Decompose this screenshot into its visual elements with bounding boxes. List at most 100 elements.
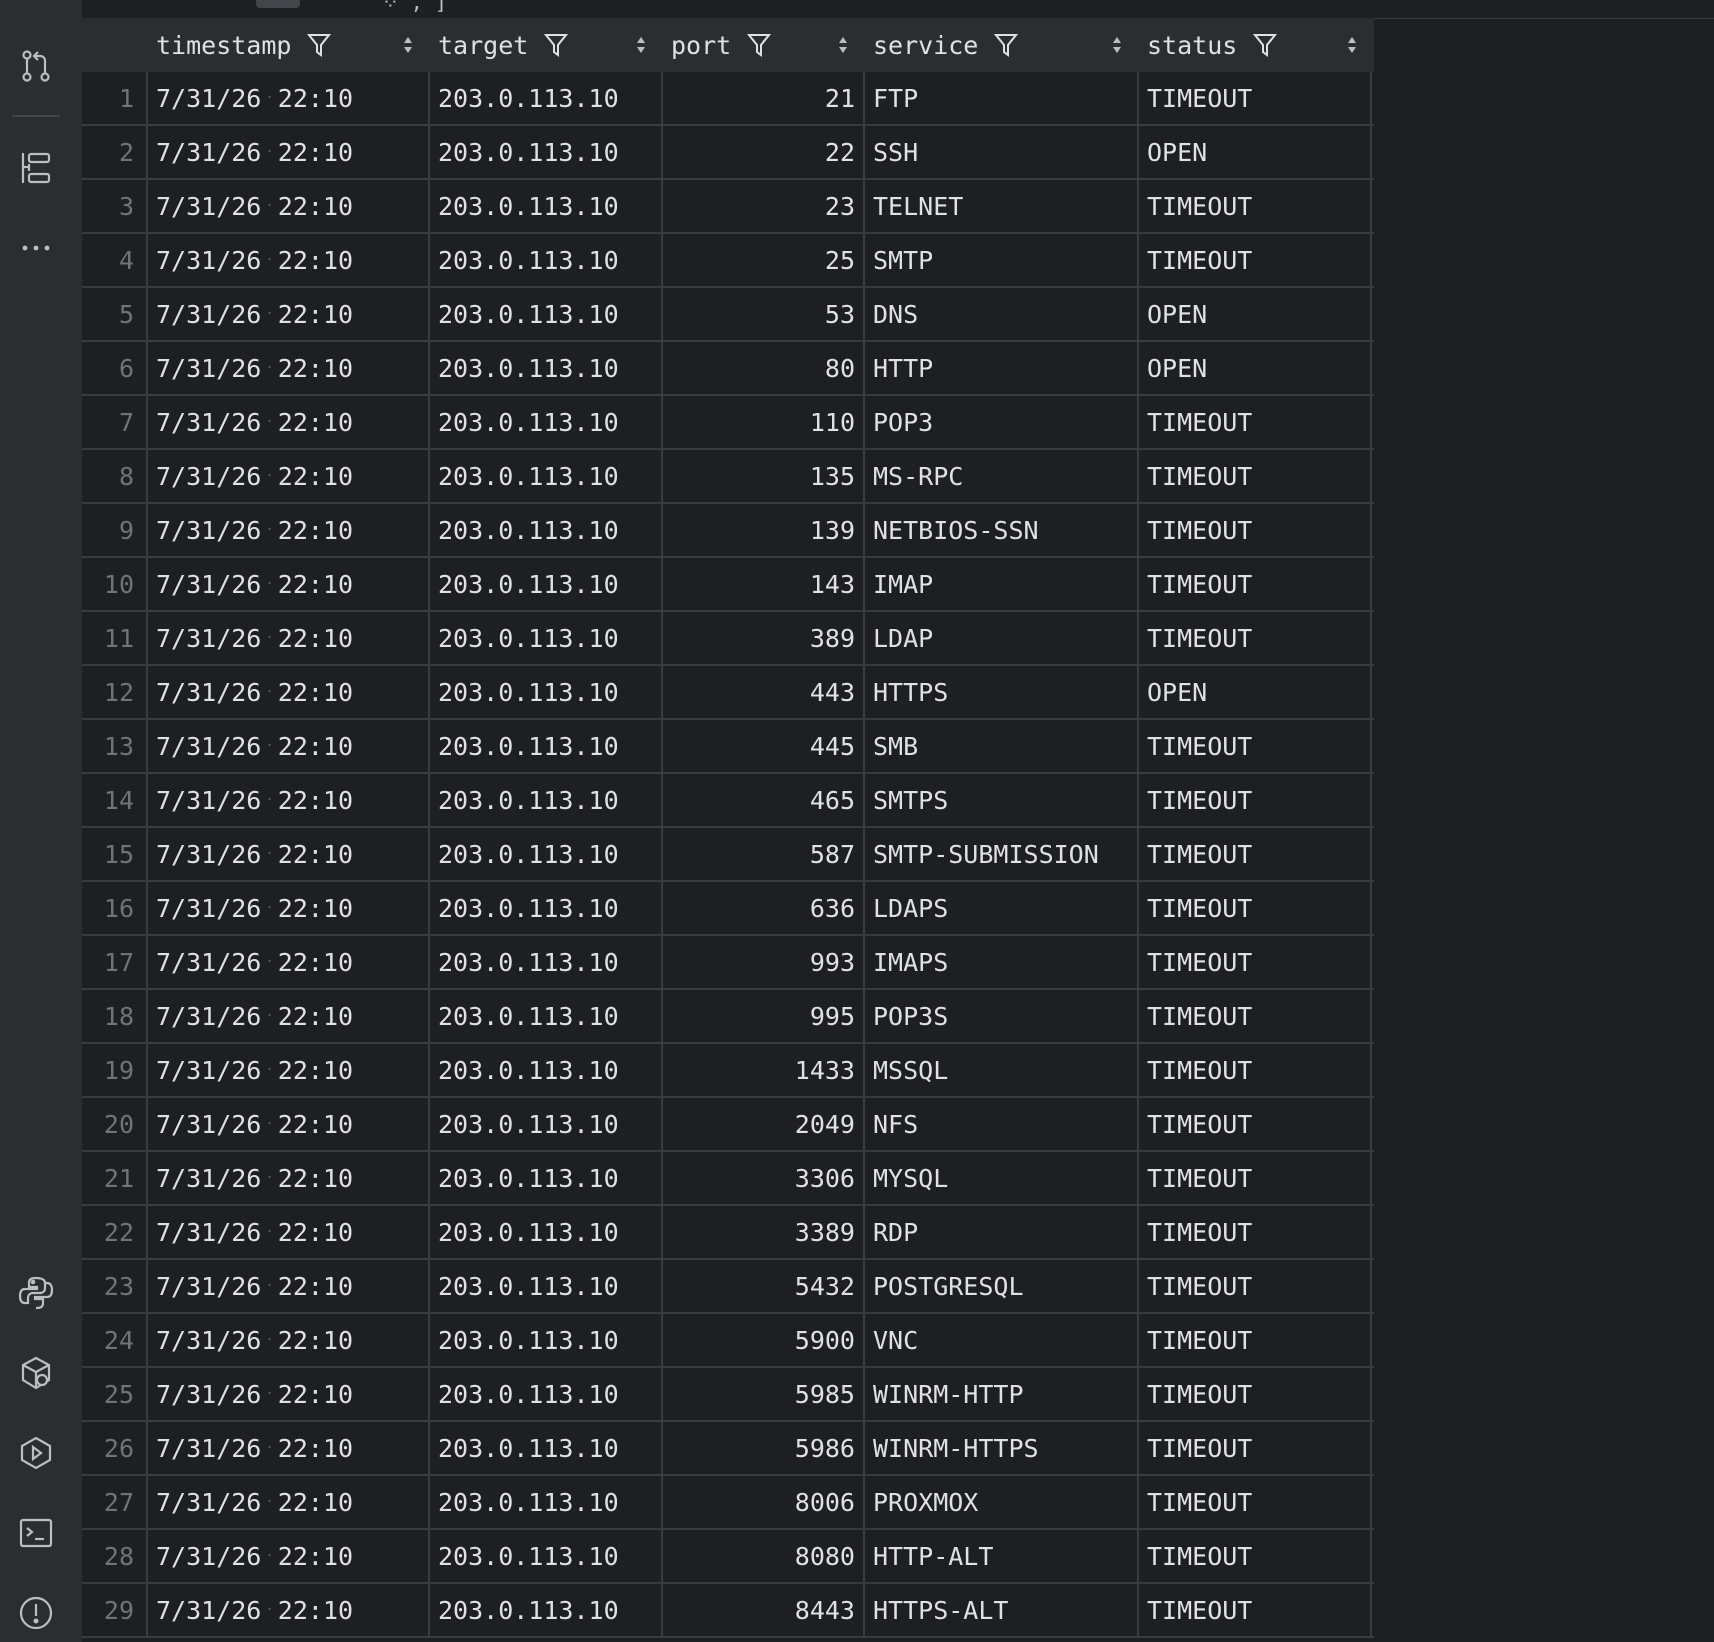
table-row[interactable]: 29 7/31/26 · 22:10 203.0.113.10 8443 HTTPS… xyxy=(82,1584,1374,1638)
structure-icon[interactable] xyxy=(16,148,56,188)
service-cell[interactable]: SMTPS xyxy=(863,774,1137,826)
target-cell[interactable]: 203.0.113.10 xyxy=(428,180,661,232)
status-cell[interactable]: TIMEOUT xyxy=(1137,1314,1372,1366)
timestamp-cell[interactable]: 7/31/26 · 22:10 xyxy=(146,1098,428,1150)
port-cell[interactable]: 8443 xyxy=(661,1584,863,1636)
status-cell[interactable]: TIMEOUT xyxy=(1137,936,1372,988)
table-row[interactable]: 13 7/31/26 · 22:10 203.0.113.10 445 SMB TI… xyxy=(82,720,1374,774)
target-cell[interactable]: 203.0.113.10 xyxy=(428,1044,661,1096)
filter-icon[interactable] xyxy=(747,32,772,58)
port-cell[interactable]: 993 xyxy=(661,936,863,988)
timestamp-cell[interactable]: 7/31/26 · 22:10 xyxy=(146,126,428,178)
sort-icon[interactable] xyxy=(1346,35,1358,55)
status-cell[interactable]: TIMEOUT xyxy=(1137,1044,1372,1096)
status-cell[interactable]: TIMEOUT xyxy=(1137,1098,1372,1150)
port-cell[interactable]: 139 xyxy=(661,504,863,556)
timestamp-cell[interactable]: 7/31/26 · 22:10 xyxy=(146,990,428,1042)
port-cell[interactable]: 110 xyxy=(661,396,863,448)
filter-icon[interactable] xyxy=(307,32,332,58)
status-cell[interactable]: TIMEOUT xyxy=(1137,990,1372,1042)
column-header-timestamp[interactable]: timestamp xyxy=(146,18,428,72)
status-cell[interactable]: TIMEOUT xyxy=(1137,180,1372,232)
table-row[interactable]: 19 7/31/26 · 22:10 203.0.113.10 1433 MSSQL… xyxy=(82,1044,1374,1098)
port-cell[interactable]: 23 xyxy=(661,180,863,232)
target-cell[interactable]: 203.0.113.10 xyxy=(428,666,661,718)
table-row[interactable]: 10 7/31/26 · 22:10 203.0.113.10 143 IMAP T… xyxy=(82,558,1374,612)
status-cell[interactable]: TIMEOUT xyxy=(1137,1584,1372,1636)
terminal-icon[interactable] xyxy=(16,1513,56,1553)
status-cell[interactable]: OPEN xyxy=(1137,342,1372,394)
timestamp-cell[interactable]: 7/31/26 · 22:10 xyxy=(146,1152,428,1204)
timestamp-cell[interactable]: 7/31/26 · 22:10 xyxy=(146,1584,428,1636)
target-cell[interactable]: 203.0.113.10 xyxy=(428,234,661,286)
service-cell[interactable]: SMTP xyxy=(863,234,1137,286)
timestamp-cell[interactable]: 7/31/26 · 22:10 xyxy=(146,1368,428,1420)
timestamp-cell[interactable]: 7/31/26 · 22:10 xyxy=(146,234,428,286)
target-cell[interactable]: 203.0.113.10 xyxy=(428,882,661,934)
timestamp-cell[interactable]: 7/31/26 · 22:10 xyxy=(146,288,428,340)
filter-icon[interactable] xyxy=(994,32,1019,58)
timestamp-cell[interactable]: 7/31/26 · 22:10 xyxy=(146,882,428,934)
target-cell[interactable]: 203.0.113.10 xyxy=(428,72,661,124)
status-cell[interactable]: OPEN xyxy=(1137,666,1372,718)
table-row[interactable]: 28 7/31/26 · 22:10 203.0.113.10 8080 HTTP-… xyxy=(82,1530,1374,1584)
service-cell[interactable]: MSSQL xyxy=(863,1044,1137,1096)
timestamp-cell[interactable]: 7/31/26 · 22:10 xyxy=(146,504,428,556)
port-cell[interactable]: 5985 xyxy=(661,1368,863,1420)
port-cell[interactable]: 636 xyxy=(661,882,863,934)
table-row[interactable]: 7 7/31/26 · 22:10 203.0.113.10 110 POP3 TI… xyxy=(82,396,1374,450)
timestamp-cell[interactable]: 7/31/26 · 22:10 xyxy=(146,1422,428,1474)
service-cell[interactable]: LDAP xyxy=(863,612,1137,664)
filter-icon[interactable] xyxy=(1253,32,1278,58)
timestamp-cell[interactable]: 7/31/26 · 22:10 xyxy=(146,342,428,394)
column-header-status[interactable]: status xyxy=(1137,18,1372,72)
services-icon[interactable] xyxy=(16,1433,56,1473)
status-cell[interactable]: TIMEOUT xyxy=(1137,1422,1372,1474)
target-cell[interactable]: 203.0.113.10 xyxy=(428,1206,661,1258)
status-cell[interactable]: TIMEOUT xyxy=(1137,72,1372,124)
service-cell[interactable]: POP3S xyxy=(863,990,1137,1042)
tab-bar-overflow[interactable]: ⁘ , ] xyxy=(382,0,447,14)
target-cell[interactable]: 203.0.113.10 xyxy=(428,1422,661,1474)
status-cell[interactable]: TIMEOUT xyxy=(1137,504,1372,556)
status-cell[interactable]: TIMEOUT xyxy=(1137,720,1372,772)
table-row[interactable]: 17 7/31/26 · 22:10 203.0.113.10 993 IMAPS … xyxy=(82,936,1374,990)
port-cell[interactable]: 5900 xyxy=(661,1314,863,1366)
tab-chip[interactable] xyxy=(256,0,300,8)
target-cell[interactable]: 203.0.113.10 xyxy=(428,990,661,1042)
target-cell[interactable]: 203.0.113.10 xyxy=(428,504,661,556)
port-cell[interactable]: 5986 xyxy=(661,1422,863,1474)
target-cell[interactable]: 203.0.113.10 xyxy=(428,1584,661,1636)
status-cell[interactable]: TIMEOUT xyxy=(1137,234,1372,286)
port-cell[interactable]: 389 xyxy=(661,612,863,664)
status-cell[interactable]: TIMEOUT xyxy=(1137,828,1372,880)
table-row[interactable]: 18 7/31/26 · 22:10 203.0.113.10 995 POP3S … xyxy=(82,990,1374,1044)
service-cell[interactable]: SMTP-SUBMISSION xyxy=(863,828,1137,880)
target-cell[interactable]: 203.0.113.10 xyxy=(428,1368,661,1420)
table-row[interactable]: 1 7/31/26 · 22:10 203.0.113.10 21 FTP TIME… xyxy=(82,72,1374,126)
status-cell[interactable]: TIMEOUT xyxy=(1137,882,1372,934)
timestamp-cell[interactable]: 7/31/26 · 22:10 xyxy=(146,720,428,772)
timestamp-cell[interactable]: 7/31/26 · 22:10 xyxy=(146,558,428,610)
service-cell[interactable]: IMAPS xyxy=(863,936,1137,988)
target-cell[interactable]: 203.0.113.10 xyxy=(428,342,661,394)
service-cell[interactable]: PROXMOX xyxy=(863,1476,1137,1528)
git-pull-request-icon[interactable] xyxy=(16,46,56,86)
table-row[interactable]: 14 7/31/26 · 22:10 203.0.113.10 465 SMTPS … xyxy=(82,774,1374,828)
timestamp-cell[interactable]: 7/31/26 · 22:10 xyxy=(146,1476,428,1528)
sort-icon[interactable] xyxy=(635,35,647,55)
target-cell[interactable]: 203.0.113.10 xyxy=(428,1314,661,1366)
target-cell[interactable]: 203.0.113.10 xyxy=(428,558,661,610)
service-cell[interactable]: FTP xyxy=(863,72,1137,124)
service-cell[interactable]: TELNET xyxy=(863,180,1137,232)
service-cell[interactable]: RDP xyxy=(863,1206,1137,1258)
status-cell[interactable]: TIMEOUT xyxy=(1137,612,1372,664)
timestamp-cell[interactable]: 7/31/26 · 22:10 xyxy=(146,936,428,988)
table-row[interactable]: 8 7/31/26 · 22:10 203.0.113.10 135 MS-RPC … xyxy=(82,450,1374,504)
status-cell[interactable]: OPEN xyxy=(1137,288,1372,340)
status-cell[interactable]: TIMEOUT xyxy=(1137,1476,1372,1528)
service-cell[interactable]: NFS xyxy=(863,1098,1137,1150)
timestamp-cell[interactable]: 7/31/26 · 22:10 xyxy=(146,666,428,718)
service-cell[interactable]: HTTP-ALT xyxy=(863,1530,1137,1582)
timestamp-cell[interactable]: 7/31/26 · 22:10 xyxy=(146,774,428,826)
